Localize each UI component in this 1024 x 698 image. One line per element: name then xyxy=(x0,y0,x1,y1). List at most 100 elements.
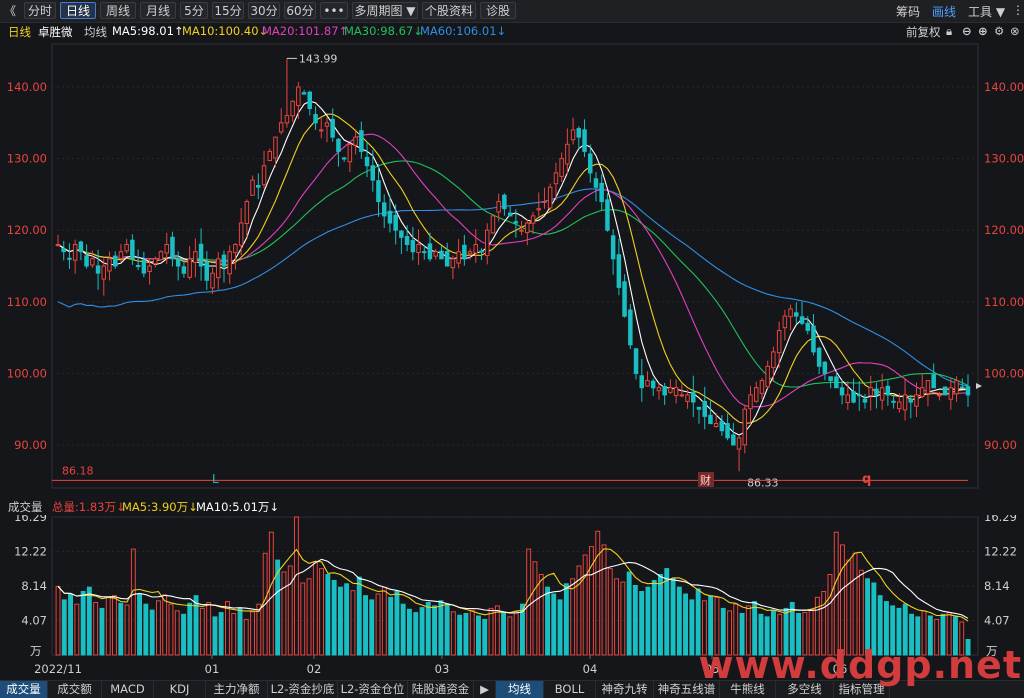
indicator-tab-11[interactable]: 神奇九转 xyxy=(596,681,654,698)
toolbar-button-7[interactable]: 60分 xyxy=(284,2,316,19)
candle xyxy=(399,229,404,255)
current-price-arrow xyxy=(976,383,982,389)
toolbar-button-10[interactable]: 个股资料 xyxy=(422,2,476,19)
indicator-tab-7[interactable]: 陆股通资金 xyxy=(408,681,474,698)
volume-bar xyxy=(545,586,550,656)
candle xyxy=(170,231,175,267)
indicator-tab-6[interactable]: L2-资金仓位 xyxy=(338,681,408,698)
candle xyxy=(857,380,862,411)
volume-bar xyxy=(632,585,638,656)
date-axis-label: 01 xyxy=(205,662,220,676)
candle xyxy=(67,243,72,269)
indicator-tab-0[interactable]: 成交量 xyxy=(0,681,48,698)
volume-bar xyxy=(356,576,362,656)
volume-bar xyxy=(394,591,400,656)
volume-bar xyxy=(601,544,607,656)
indicator-tab-10[interactable]: BOLL xyxy=(544,681,596,698)
stock-name: 卓胜微 xyxy=(38,25,73,39)
indicator-tab-3[interactable]: KDJ xyxy=(154,681,206,698)
toolbar-button-4[interactable]: 5分 xyxy=(180,2,208,19)
indicator-tab-8[interactable]: ▶ xyxy=(474,681,496,698)
candle xyxy=(610,229,616,275)
volume-bar xyxy=(683,593,688,656)
volume-bar xyxy=(438,600,444,656)
minus-icon[interactable]: ⊖ xyxy=(962,24,972,38)
ma5-value: MA5:98.01↑ xyxy=(112,24,184,38)
candle xyxy=(731,422,736,446)
marker-l[interactable]: L xyxy=(212,472,219,486)
toolbar-button-3[interactable]: 月线 xyxy=(140,2,176,19)
candle xyxy=(662,382,667,405)
volume-bar xyxy=(162,594,168,656)
indicator-tab-5[interactable]: L2-资金抄底 xyxy=(268,681,338,698)
indicator-tab-1[interactable]: 成交额 xyxy=(48,681,102,698)
candle xyxy=(593,172,599,202)
toolbar: 《 分时 日线 周线 月线 5分 15分 30分 60分 ••• 多周期图 ▼ 个股资料 诊股 筹码 … xyxy=(0,0,1024,23)
candle xyxy=(135,249,141,271)
candle xyxy=(433,248,438,260)
tools-menu-button[interactable]: 工具 ▼ xyxy=(968,3,1005,20)
volume-bar xyxy=(563,583,569,656)
ma5-line xyxy=(57,100,968,436)
toolbar-button-6[interactable]: 30分 xyxy=(248,2,280,19)
candle xyxy=(565,128,570,175)
volume-bar xyxy=(124,604,130,656)
draw-line-button[interactable]: 画线 xyxy=(932,3,956,20)
candlestick-chart[interactable]: 140.00 140.00 130.00 130.00 120.00 120.00 110.… xyxy=(0,40,1024,492)
chips-button[interactable]: 筹码 xyxy=(896,3,920,20)
indicator-tab-2[interactable]: MACD xyxy=(102,681,154,698)
candle xyxy=(948,378,954,410)
marker-q[interactable]: q xyxy=(862,472,871,487)
indicator-tab-4[interactable]: 主力净额 xyxy=(206,681,268,698)
candle xyxy=(822,361,828,381)
volume-bar xyxy=(231,613,237,656)
candle xyxy=(113,251,118,269)
toolbar-button-0[interactable]: 分时 xyxy=(24,2,56,19)
candle xyxy=(788,304,793,331)
volume-bar xyxy=(457,614,463,656)
volume-bar xyxy=(689,599,695,656)
volume-bar xyxy=(450,611,456,656)
toolbar-button-9[interactable]: 多周期图 ▼ xyxy=(352,2,418,19)
volume-bar xyxy=(482,618,488,656)
candle xyxy=(691,375,696,418)
candle xyxy=(124,238,129,254)
candle xyxy=(261,150,267,189)
candle xyxy=(919,373,925,399)
candle xyxy=(204,251,209,290)
lock-icon[interactable]: 🔒︎ xyxy=(946,24,952,39)
volume-bar xyxy=(212,616,218,656)
volume-axis-label-right: 12.22 xyxy=(984,544,1017,558)
volume-bar xyxy=(551,593,557,656)
volume-bar xyxy=(407,608,412,656)
volume-bar xyxy=(93,602,99,656)
volume-bar xyxy=(381,586,387,656)
settings-icon[interactable]: ⚙ xyxy=(994,24,1004,38)
volume-bar xyxy=(413,612,419,656)
candle xyxy=(84,244,89,269)
volume-bar xyxy=(651,580,657,656)
min-price-label: 86.33 xyxy=(747,476,779,489)
plus-icon[interactable]: ⊕ xyxy=(978,24,988,38)
candle xyxy=(931,363,936,389)
volume-bar xyxy=(250,611,256,656)
volume-bar xyxy=(388,596,394,656)
indicator-tab-9[interactable]: 均线 xyxy=(496,681,544,698)
ma60-line xyxy=(57,188,969,387)
toolbar-button-1[interactable]: 日线 xyxy=(60,2,96,19)
volume-bar xyxy=(476,615,481,656)
more-icon[interactable]: ⋮ xyxy=(1012,3,1024,17)
candle xyxy=(301,89,307,95)
candle xyxy=(771,346,776,382)
toolbar-button-5[interactable]: 15分 xyxy=(212,2,244,19)
toolbar-button-8[interactable]: ••• xyxy=(320,2,348,19)
volume-bar xyxy=(143,603,149,656)
candle xyxy=(628,304,633,350)
toolbar-button-11[interactable]: 诊股 xyxy=(480,2,516,19)
toolbar-button-2[interactable]: 周线 xyxy=(100,2,136,19)
back-icon[interactable]: 《 xyxy=(4,2,16,19)
adjust-button[interactable]: 前复权 xyxy=(906,24,941,40)
close-icon[interactable]: ⊗ xyxy=(1010,24,1020,38)
candle xyxy=(530,211,536,234)
ma-label[interactable]: 均线 xyxy=(84,24,107,40)
